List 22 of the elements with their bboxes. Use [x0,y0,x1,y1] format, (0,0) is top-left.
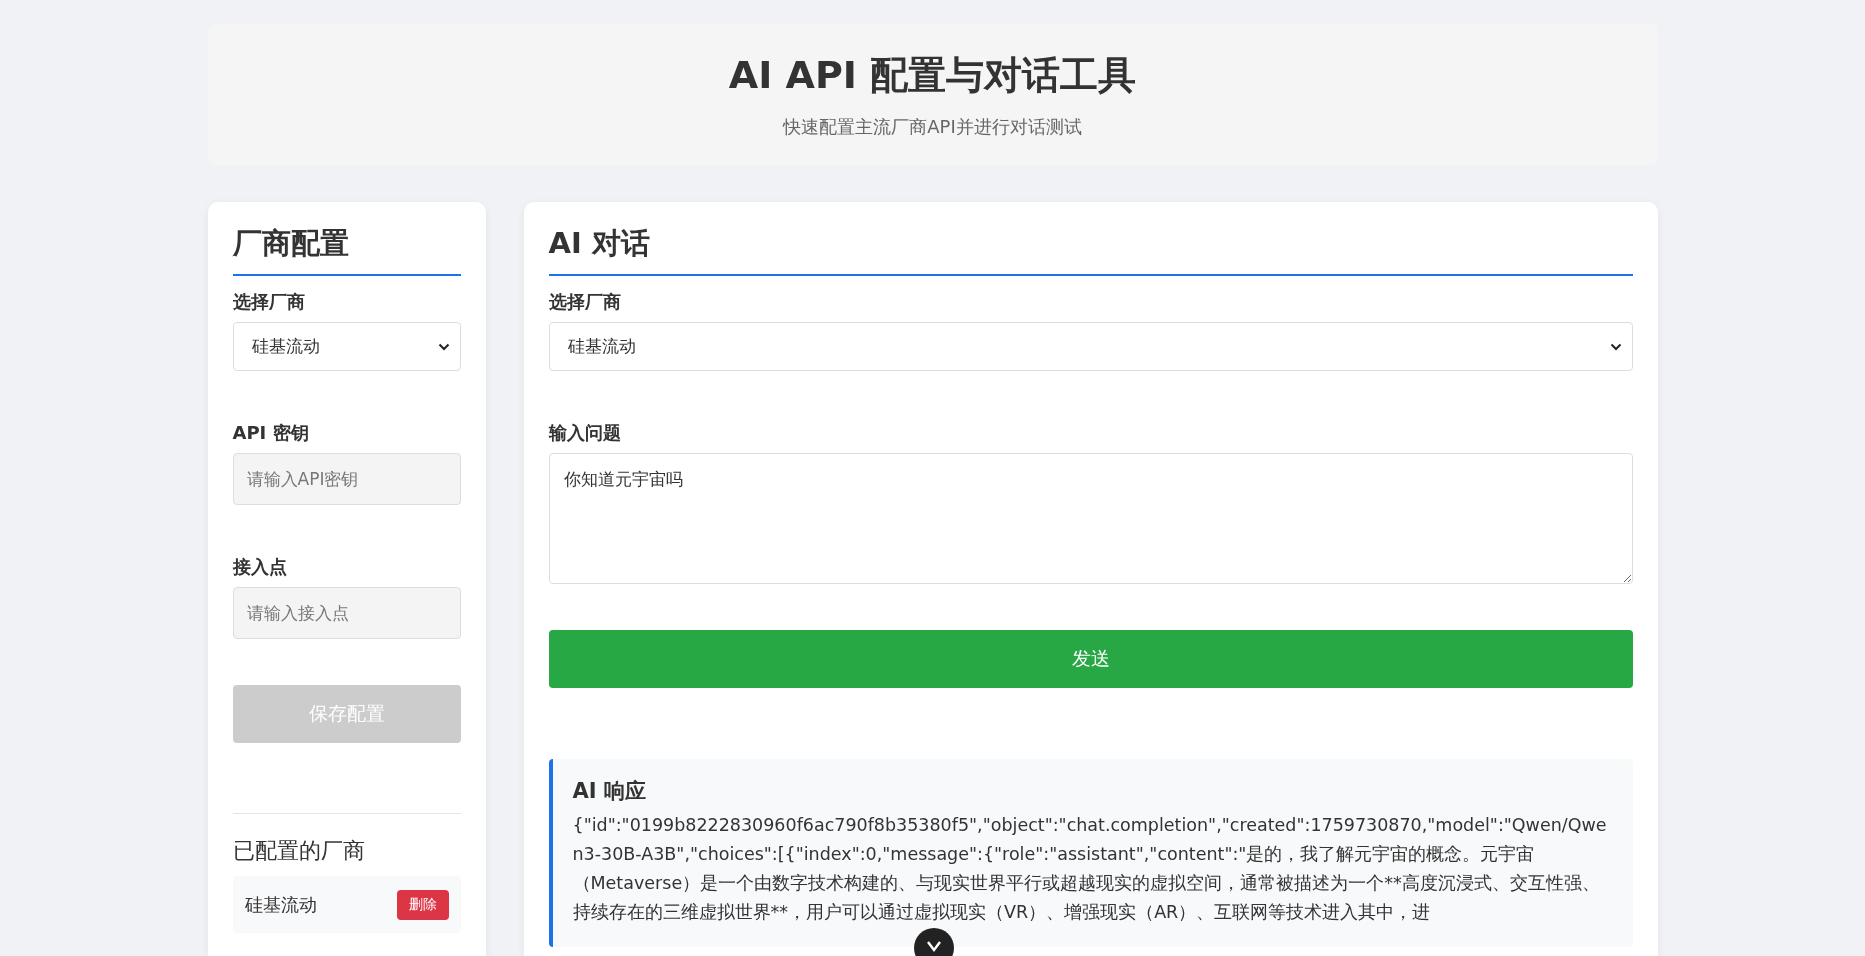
delete-button[interactable]: 删除 [396,889,449,920]
endpoint-field[interactable]: 请输入接入点 [232,587,461,639]
chevron-down-icon [1609,342,1622,351]
field-label: 选择厂商 [548,290,622,314]
page-subtitle: 快速配置主流厂商API并进行对话测试 [781,115,1083,139]
response-title: AI 响应 [572,778,647,805]
question-field[interactable]: 你知道元宇宙吗 [548,453,1633,584]
api-key-field[interactable]: 请输入API密钥 [232,453,461,505]
vendor-dropdown[interactable]: 硅基流动 [232,322,461,371]
response-text: {"id":"0199b8222830960f6ac790f8b35380f5","object":"chat.completion","created":1759730870,"model":"Qwen/Qwen3-30B-A3B","choices":[{"index":0,"message":{"role":"assistant","content":"是的，我了解元宇宙的概念。元宇宙（Metaverse）是一个由数字技术构建的、与现实世界平行或超越现实的虚拟空间，通常被描述为一个**高度沉浸式、交互性强、持续存在的三维虚拟世界**，用户可以通过虚拟现实（VR）、增强现实（AR）、互联网等技术进入其中，进 [572,814,1608,924]
panel-title: AI 对话 [548,224,1633,276]
section-title: 已配置的厂商 [232,837,366,865]
field-label: 选择厂商 [232,290,306,314]
chevron-down-icon [437,342,450,351]
chevron-down-icon [926,940,942,952]
field-label: API 密钥 [232,421,310,445]
field-label: 输入问题 [548,421,622,445]
vendor-dropdown[interactable]: 硅基流动 [548,322,1633,371]
panel-title: 厂商配置 [232,224,461,276]
vendor-name: 硅基流动 [244,892,317,917]
page-title: AI API 配置与对话工具 [727,52,1138,99]
field-label: 接入点 [232,555,288,579]
